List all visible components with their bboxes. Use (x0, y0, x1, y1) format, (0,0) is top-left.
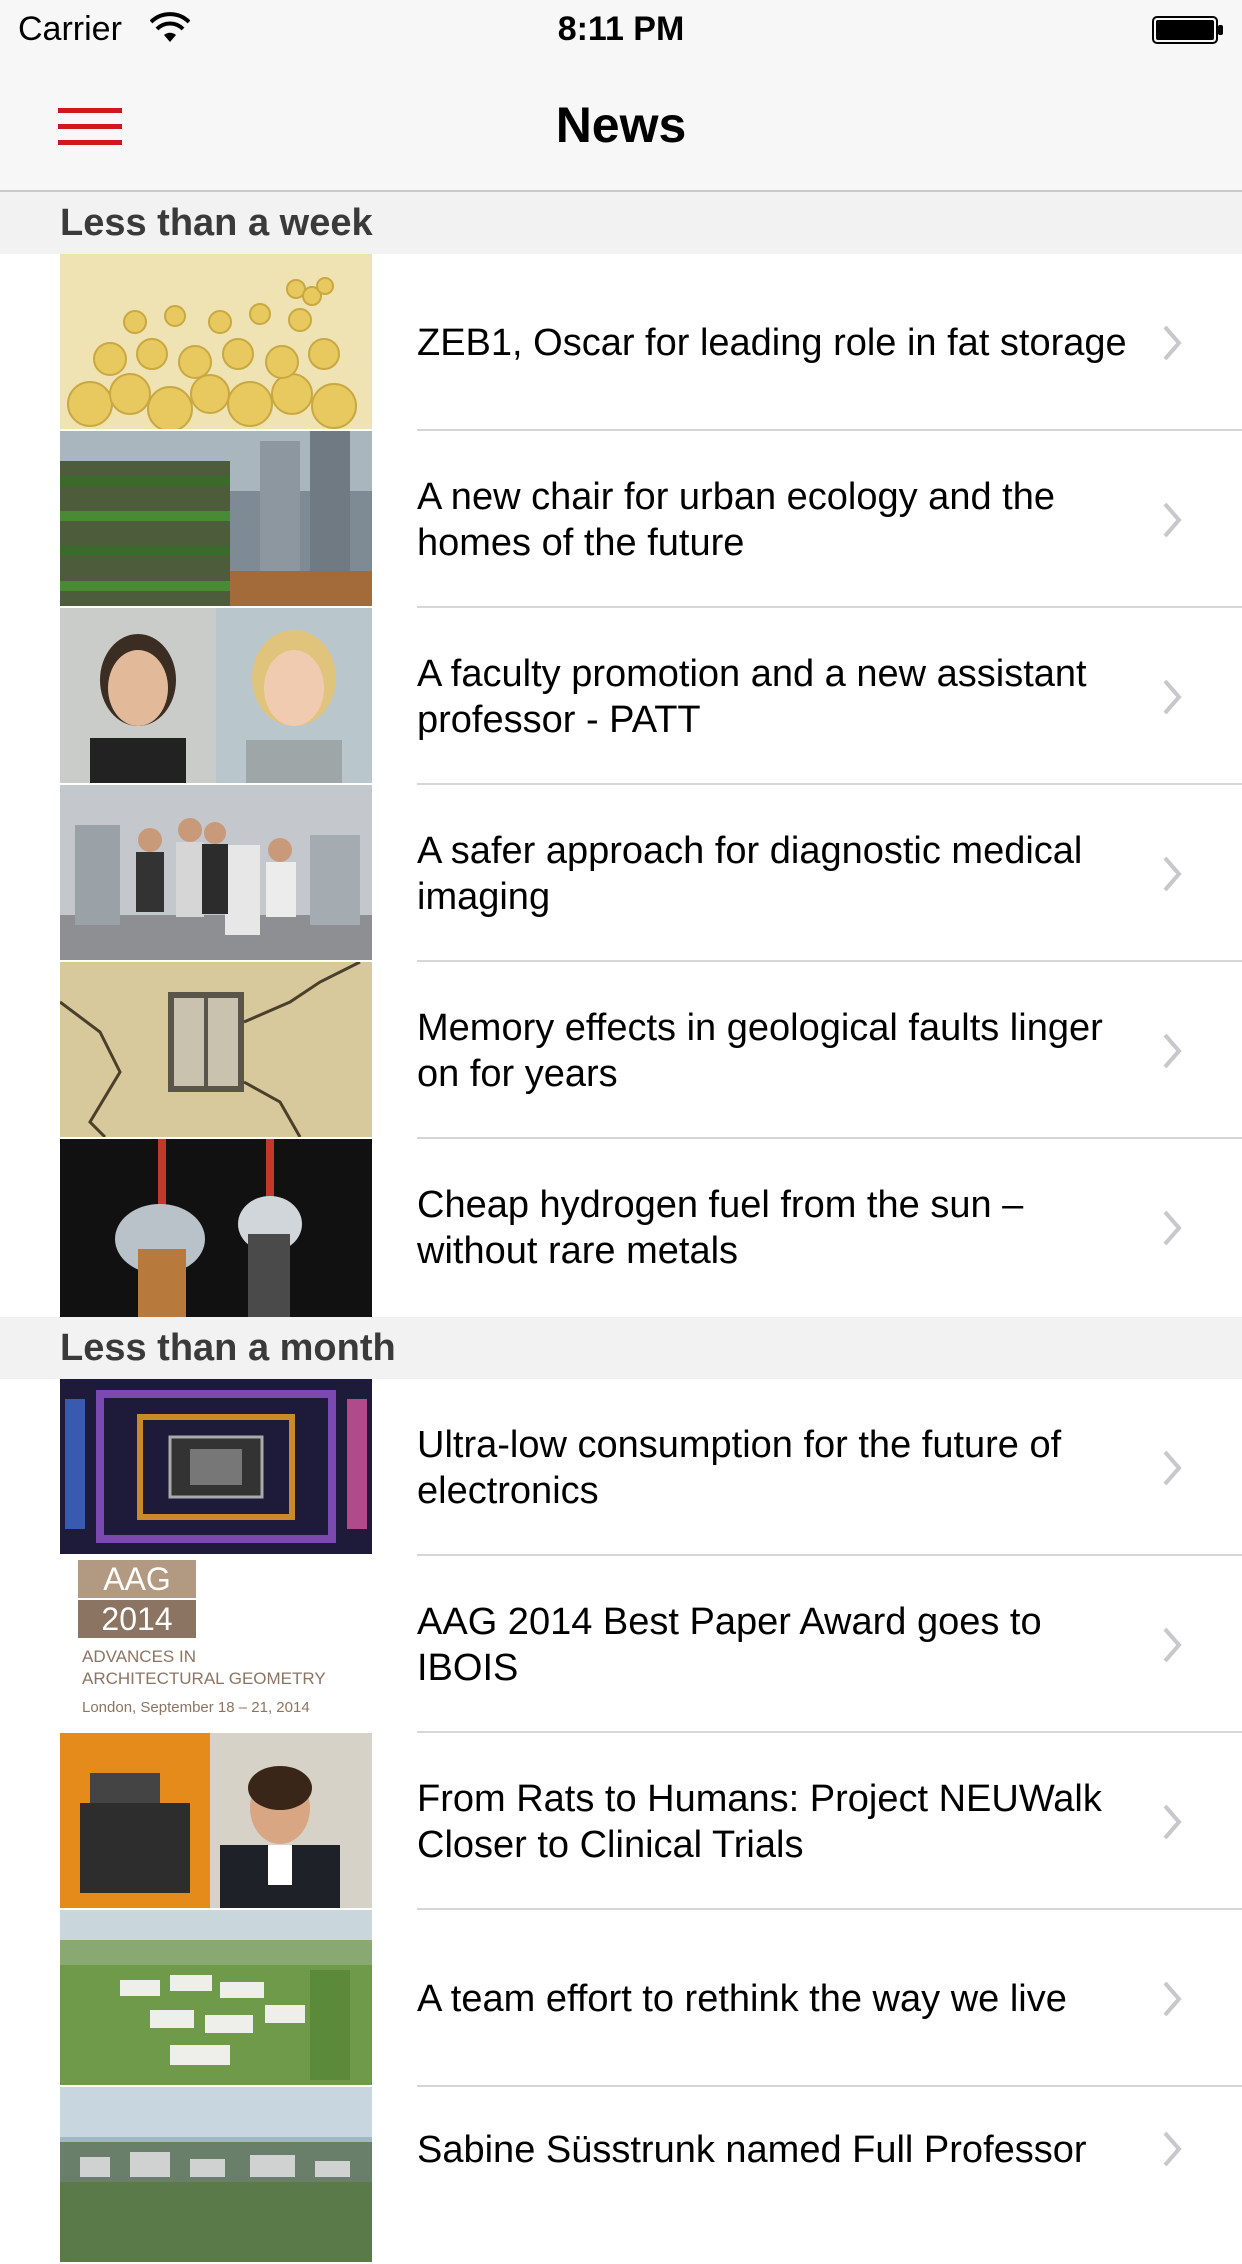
chevron-right-icon (1163, 1804, 1182, 1839)
chevron-right-icon (1163, 502, 1182, 537)
aag-logo-line4: ARCHITECTURAL GEOMETRY (82, 1669, 326, 1688)
news-row[interactable]: Cheap hydrogen fuel from the sun – witho… (0, 1139, 1242, 1317)
news-row[interactable]: Ultra-low consumption for the future of … (0, 1379, 1242, 1556)
news-title: A team effort to rethink the way we live (417, 1977, 1067, 2020)
news-row[interactable]: AAG 2014 ADVANCES IN ARCHITECTURAL GEOME… (0, 1556, 1242, 1733)
news-title: Ultra-low consumption for the future of … (417, 1423, 1062, 1512)
status-bar: Carrier 8:11 PM (0, 0, 1242, 62)
status-time: 8:11 PM (557, 10, 685, 48)
aag-logo-line1: AAG (103, 1561, 171, 1597)
chevron-right-icon (1163, 856, 1182, 891)
section-header-month: Less than a month (0, 1317, 1242, 1379)
news-title: Memory effects in geological faults ling… (417, 1006, 1103, 1095)
lab-team-thumbnail (60, 785, 372, 960)
news-row[interactable]: A faculty promotion and a new assistant … (0, 608, 1242, 785)
aag-logo-line2: 2014 (101, 1601, 172, 1637)
news-row[interactable]: A new chair for urban ecology and the ho… (0, 431, 1242, 608)
city-landscape-thumbnail (60, 2087, 372, 2262)
lab-portrait-thumbnail (60, 1733, 372, 1908)
aag-logo-line5: London, September 18 – 21, 2014 (82, 1699, 310, 1716)
chevron-right-icon (1163, 1981, 1182, 2016)
news-title: A safer approach for diagnostic medical … (417, 829, 1083, 918)
section-header-label: Less than a month (60, 1327, 396, 1369)
news-title: ZEB1, Oscar for leading role in fat stor… (417, 321, 1127, 364)
chevron-right-icon (1163, 679, 1182, 714)
aag-2014-logo: AAG 2014 ADVANCES IN ARCHITECTURAL GEOME… (60, 1556, 372, 1731)
chevron-right-icon (1163, 1450, 1182, 1485)
news-title: From Rats to Humans: Project NEUWalk Clo… (417, 1777, 1102, 1866)
navigation-bar: News (0, 62, 1242, 192)
chevron-right-icon (1163, 1627, 1182, 1662)
news-row[interactable]: ZEB1, Oscar for leading role in fat stor… (0, 254, 1242, 431)
page-title: News (555, 97, 687, 153)
faculty-portraits-thumbnail (60, 608, 372, 783)
news-row[interactable]: A safer approach for diagnostic medical … (0, 785, 1242, 962)
news-title: Sabine Süsstrunk named Full Professor (417, 2129, 1087, 2171)
cracked-wall-thumbnail (60, 962, 372, 1137)
chevron-right-icon (1163, 325, 1182, 360)
chip-tunnel-thumbnail (60, 1379, 372, 1554)
news-row[interactable]: Memory effects in geological faults ling… (0, 962, 1242, 1139)
chevron-right-icon (1163, 2131, 1182, 2167)
chevron-right-icon (1163, 1033, 1182, 1068)
news-row[interactable]: From Rats to Humans: Project NEUWalk Clo… (0, 1733, 1242, 1910)
news-title: A new chair for urban ecology and the ho… (417, 475, 1055, 564)
news-row[interactable]: A team effort to rethink the way we live (0, 1910, 1242, 2087)
battery-icon (1152, 16, 1223, 44)
fat-cells-thumbnail (60, 254, 372, 429)
aag-logo-line3: ADVANCES IN (82, 1647, 196, 1666)
news-title: Cheap hydrogen fuel from the sun – witho… (417, 1184, 1024, 1272)
section-header-label: Less than a week (60, 202, 373, 244)
section-header-week: Less than a week (0, 192, 1242, 254)
campus-aerial-thumbnail (60, 1910, 372, 2085)
news-row[interactable]: Sabine Süsstrunk named Full Professor (0, 2087, 1242, 2264)
electrodes-thumbnail (60, 1139, 372, 1317)
chevron-right-icon (1163, 1210, 1182, 1246)
news-title: A faculty promotion and a new assistant … (417, 652, 1087, 741)
green-building-thumbnail (60, 431, 372, 606)
news-title: AAG 2014 Best Paper Award goes to IBOIS (417, 1600, 1042, 1689)
